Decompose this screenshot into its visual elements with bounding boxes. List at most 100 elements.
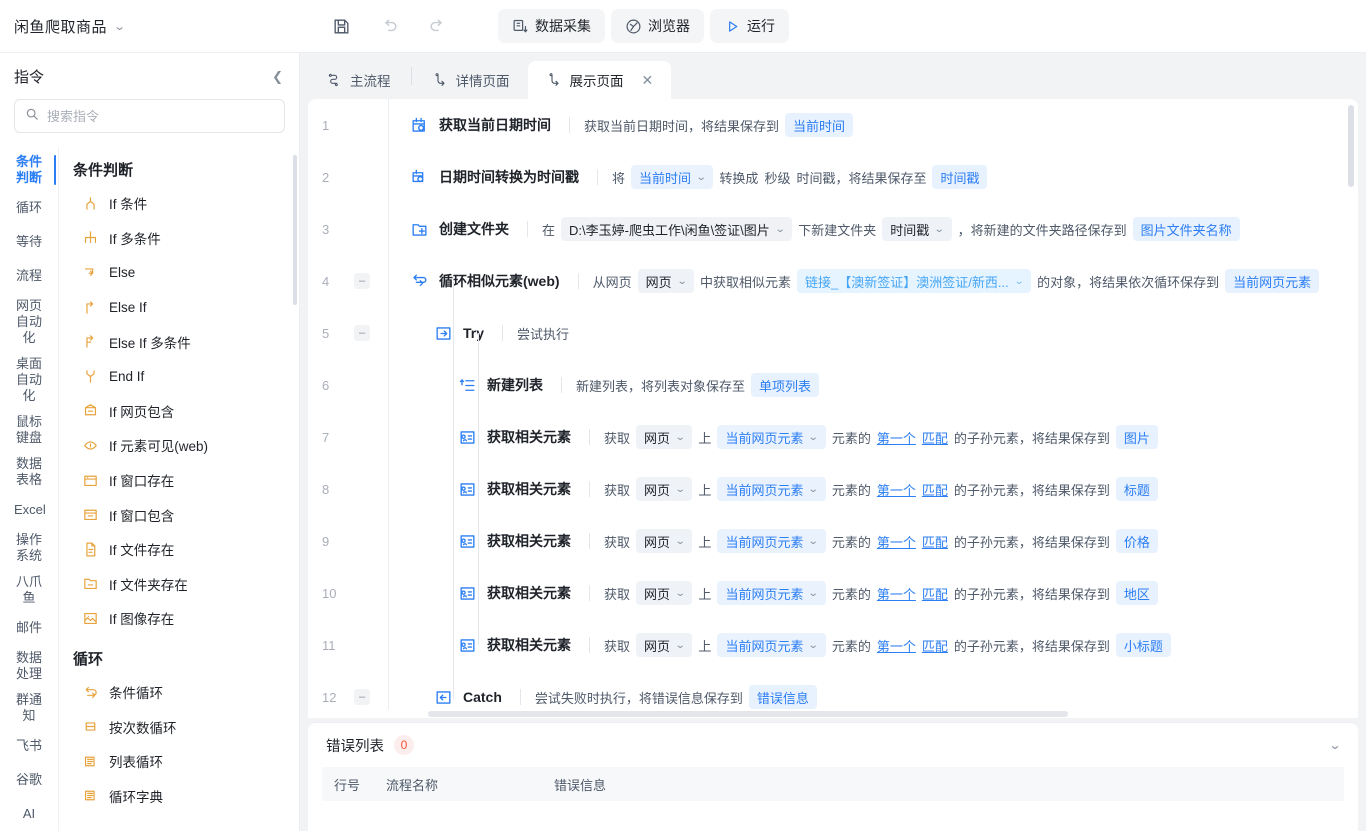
chevron-down-icon[interactable]: ⌄ bbox=[775, 224, 786, 235]
flow-row[interactable]: 7 获取相关元素 获取 网页 ⌄ 上当前网页元素 ⌄ 元素的 第一个 匹配 的子孙元素，将结果保存到… bbox=[308, 411, 1358, 463]
sidebar-category-1[interactable]: 循环 bbox=[0, 191, 58, 225]
desc-link[interactable]: 匹配 bbox=[922, 480, 948, 499]
browser-button[interactable]: 浏览器 bbox=[611, 9, 704, 43]
flow-row[interactable]: 9 获取相关元素 获取 网页 ⌄ 上当前网页元素 ⌄ 元素的 第一个 匹配 的子孙元素，将结果保存到… bbox=[308, 515, 1358, 567]
flow-row[interactable]: 2 日期时间转换为时间戳 将当前时间 ⌄ 转换成 秒级 时间戳，将结果保存至 时间戳 bbox=[308, 151, 1358, 203]
dropdown-chip[interactable]: 网页 ⌄ bbox=[637, 269, 694, 293]
variable-chip[interactable]: 图片文件夹名称 bbox=[1132, 217, 1240, 241]
chevron-down-icon[interactable]: ⌄ bbox=[675, 536, 686, 547]
instruction-item-1-0[interactable]: 条件循环 bbox=[65, 675, 291, 710]
flow-node[interactable]: 日期时间转换为时间戳 bbox=[405, 160, 583, 194]
chevron-down-icon[interactable]: ⌄ bbox=[808, 484, 819, 495]
element-selector-chip[interactable]: 链接_【澳新签证】澳洲签证/新西... ⌄ bbox=[797, 269, 1032, 293]
desc-link[interactable]: 匹配 bbox=[922, 584, 948, 603]
chevron-down-icon[interactable]: ⌄ bbox=[808, 432, 819, 443]
variable-chip[interactable]: 小标题 bbox=[1115, 633, 1171, 657]
sidebar-category-10[interactable]: 八爪鱼 bbox=[0, 569, 58, 611]
flow-row[interactable]: 3 创建文件夹 在 D:\李玉婷-爬虫工作\闲鱼\签证\图片 ⌄ 下新建文件夹 时间戳 ⌄ ，将… bbox=[308, 203, 1358, 255]
tab-2[interactable]: 展示页面 ✕ bbox=[527, 61, 672, 99]
document-title-area[interactable]: 闲鱼爬取商品 ⌄ bbox=[0, 0, 300, 52]
chevron-down-icon[interactable]: ⌄ bbox=[1013, 276, 1024, 287]
tab-0[interactable]: 主流程 bbox=[308, 61, 409, 99]
dropdown-chip[interactable]: 当前网页元素 ⌄ bbox=[717, 425, 826, 449]
instruction-item-0-0[interactable]: If 条件 bbox=[65, 186, 291, 221]
instruction-item-1-2[interactable]: 列表循环 bbox=[65, 744, 291, 779]
dropdown-chip[interactable]: 当前网页元素 ⌄ bbox=[717, 581, 826, 605]
flow-row[interactable]: 6 新建列表 新建列表，将列表对象保存至 单项列表 bbox=[308, 359, 1358, 411]
variable-chip[interactable]: 当前时间 bbox=[785, 113, 854, 137]
instruction-item-0-5[interactable]: End If bbox=[65, 359, 291, 394]
dropdown-chip[interactable]: 网页 ⌄ bbox=[636, 529, 693, 553]
sidebar-category-5[interactable]: 桌面自动化 bbox=[0, 351, 58, 409]
search-box[interactable] bbox=[14, 99, 285, 133]
dropdown-chip[interactable]: 时间戳 ⌄ bbox=[882, 217, 952, 241]
chevron-down-icon[interactable]: ⌄ bbox=[1328, 738, 1341, 752]
instruction-item-0-6[interactable]: If 网页包含 bbox=[65, 394, 291, 429]
dropdown-chip[interactable]: 当前时间 ⌄ bbox=[631, 165, 714, 189]
desc-link[interactable]: 匹配 bbox=[922, 636, 948, 655]
instruction-item-0-11[interactable]: If 文件夹存在 bbox=[65, 567, 291, 602]
flow-row[interactable]: 4– 循环相似元素(web) 从网页 网页 ⌄ 中获取相似元素 链接_【澳新签证】澳洲签证/… bbox=[308, 255, 1358, 307]
tab-1[interactable]: 详情页面 bbox=[414, 61, 528, 99]
desc-link[interactable]: 匹配 bbox=[922, 428, 948, 447]
dropdown-chip[interactable]: 网页 ⌄ bbox=[636, 477, 693, 501]
chevron-down-icon[interactable]: ⌄ bbox=[934, 224, 945, 235]
desc-link[interactable]: 第一个 bbox=[877, 480, 916, 499]
flow-node[interactable]: 获取相关元素 bbox=[453, 628, 575, 662]
error-panel-header[interactable]: 错误列表 0 ⌄ bbox=[308, 723, 1358, 767]
desc-link[interactable]: 第一个 bbox=[877, 428, 916, 447]
instruction-item-0-2[interactable]: Else bbox=[65, 255, 291, 290]
save-icon[interactable] bbox=[320, 10, 362, 42]
canvas-horizontal-scrollbar[interactable] bbox=[428, 711, 1068, 717]
chevron-down-icon[interactable]: ⌄ bbox=[675, 432, 686, 443]
dropdown-chip[interactable]: 网页 ⌄ bbox=[636, 633, 693, 657]
instruction-item-0-1[interactable]: If 多条件 bbox=[65, 221, 291, 256]
variable-chip[interactable]: 当前网页元素 bbox=[1225, 269, 1320, 293]
flow-row[interactable]: 11 获取相关元素 获取 网页 ⌄ 上当前网页元素 ⌄ 元素的 第一个 匹配 的子孙元素，将结果保存… bbox=[308, 619, 1358, 671]
instruction-item-0-12[interactable]: If 图像存在 bbox=[65, 601, 291, 636]
redo-icon[interactable] bbox=[416, 10, 458, 42]
dropdown-chip[interactable]: 当前网页元素 ⌄ bbox=[717, 477, 826, 501]
instruction-item-0-9[interactable]: If 窗口包含 bbox=[65, 497, 291, 532]
sidebar-category-16[interactable]: AI bbox=[0, 797, 58, 831]
instruction-item-0-7[interactable]: If 元素可见(web) bbox=[65, 428, 291, 463]
dropdown-chip[interactable]: 当前网页元素 ⌄ bbox=[717, 529, 826, 553]
instruction-item-0-8[interactable]: If 窗口存在 bbox=[65, 463, 291, 498]
sidebar-category-2[interactable]: 等待 bbox=[0, 225, 58, 259]
chevron-down-icon[interactable]: ⌄ bbox=[675, 484, 686, 495]
sidebar-scrollbar[interactable] bbox=[293, 155, 297, 305]
variable-chip[interactable]: 标题 bbox=[1115, 477, 1158, 501]
sidebar-category-12[interactable]: 数据处理 bbox=[0, 645, 58, 687]
sidebar-category-3[interactable]: 流程 bbox=[0, 259, 58, 293]
row-collapse-toggle[interactable]: – bbox=[354, 273, 370, 289]
chevron-down-icon[interactable]: ⌄ bbox=[808, 588, 819, 599]
data-collection-button[interactable]: 数据采集 bbox=[498, 9, 605, 43]
chevron-down-icon[interactable]: ⌄ bbox=[808, 640, 819, 651]
variable-chip[interactable]: 图片 bbox=[1115, 425, 1158, 449]
desc-link[interactable]: 第一个 bbox=[877, 532, 916, 551]
sidebar-category-6[interactable]: 鼠标键盘 bbox=[0, 409, 58, 451]
flow-node[interactable]: Try bbox=[429, 316, 488, 350]
flow-node[interactable]: 循环相似元素(web) bbox=[405, 264, 564, 298]
chevron-down-icon[interactable]: ⌄ bbox=[808, 536, 819, 547]
search-input[interactable] bbox=[47, 108, 274, 124]
instruction-item-1-1[interactable]: 按次数循环 bbox=[65, 709, 291, 744]
sidebar-category-9[interactable]: 操作系统 bbox=[0, 527, 58, 569]
close-icon[interactable]: ✕ bbox=[642, 73, 654, 87]
instruction-item-0-4[interactable]: Else If 多条件 bbox=[65, 324, 291, 359]
instruction-item-0-10[interactable]: If 文件存在 bbox=[65, 532, 291, 567]
canvas-vertical-scrollbar[interactable] bbox=[1348, 105, 1354, 187]
flow-node[interactable]: 获取相关元素 bbox=[453, 472, 575, 506]
sidebar-category-14[interactable]: 飞书 bbox=[0, 729, 58, 763]
sidebar-category-0[interactable]: 条件判断 bbox=[0, 149, 58, 191]
flow-node[interactable]: 创建文件夹 bbox=[405, 212, 513, 246]
instruction-item-0-3[interactable]: Else If bbox=[65, 290, 291, 325]
desc-link[interactable]: 匹配 bbox=[922, 532, 948, 551]
variable-chip[interactable]: 错误信息 bbox=[748, 685, 817, 709]
chevron-down-icon[interactable]: ⌄ bbox=[675, 640, 686, 651]
dropdown-chip[interactable]: 网页 ⌄ bbox=[636, 581, 693, 605]
dropdown-chip[interactable]: 网页 ⌄ bbox=[636, 425, 693, 449]
flow-node[interactable]: 获取相关元素 bbox=[453, 420, 575, 454]
sidebar-category-15[interactable]: 谷歌 bbox=[0, 763, 58, 797]
desc-link[interactable]: 第一个 bbox=[877, 584, 916, 603]
